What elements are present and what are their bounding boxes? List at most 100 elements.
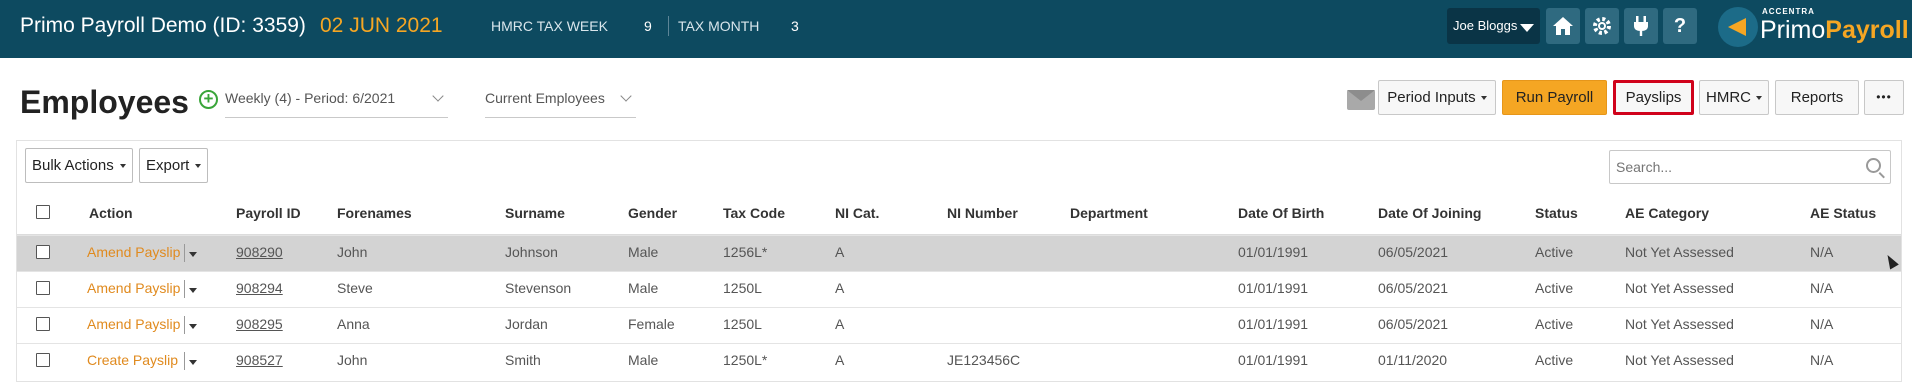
run-payroll-button[interactable]: Run Payroll (1502, 80, 1607, 115)
cell-ni-cat: A (835, 316, 845, 332)
chevron-down-icon (432, 90, 444, 102)
tax-week-label: HMRC TAX WEEK (491, 18, 608, 34)
cell-forenames: John (337, 244, 368, 260)
add-employee-icon[interactable]: + (199, 90, 218, 109)
column-header-status[interactable]: Status (1535, 205, 1578, 221)
row-action-link[interactable]: Create Payslip (87, 352, 178, 368)
cell-surname: Smith (505, 352, 541, 368)
row-action-dropdown[interactable] (184, 280, 200, 298)
help-icon[interactable]: ? (1663, 8, 1697, 44)
period-inputs-button[interactable]: Period Inputs (1378, 80, 1496, 115)
row-checkbox[interactable] (36, 317, 50, 331)
gear-icon[interactable] (1585, 8, 1619, 44)
column-header-gender[interactable]: Gender (628, 205, 677, 221)
run-payroll-label: Run Payroll (1515, 89, 1594, 106)
reports-label: Reports (1790, 89, 1844, 106)
reports-button[interactable]: Reports (1775, 80, 1859, 115)
chevron-down-icon (620, 90, 632, 102)
export-button[interactable]: Export (139, 148, 209, 183)
cell-ni-cat: A (835, 244, 845, 260)
period-inputs-label: Period Inputs (1387, 89, 1476, 106)
bulk-actions-label: Bulk Actions (32, 157, 114, 174)
row-checkbox[interactable] (36, 353, 50, 367)
tax-month-label: TAX MONTH (678, 18, 760, 34)
help-glyph: ? (1673, 14, 1687, 37)
more-options-glyph: ••• (1876, 90, 1892, 104)
export-label: Export (146, 157, 190, 174)
cell-date-of-birth: 01/01/1991 (1238, 280, 1309, 296)
row-action-link[interactable]: Amend Payslip (87, 280, 180, 296)
employee-filter-value: Current Employees (485, 90, 605, 106)
employee-filter-select[interactable]: Current Employees (485, 86, 636, 118)
column-header-tax-code[interactable]: Tax Code (723, 205, 785, 221)
row-action-dropdown[interactable] (184, 316, 200, 334)
row-checkbox[interactable] (36, 245, 50, 259)
cell-status: Active (1535, 316, 1574, 332)
payroll-id-link[interactable]: 908527 (236, 352, 283, 368)
row-action-link[interactable]: Amend Payslip (87, 316, 180, 332)
cell-ae-status: N/A (1810, 316, 1834, 332)
user-menu-button[interactable]: Joe Bloggs (1447, 8, 1540, 44)
caret-down-icon (195, 164, 202, 169)
cell-date-of-birth: 01/01/1991 (1238, 316, 1309, 332)
column-header-action[interactable]: Action (89, 205, 133, 221)
home-icon[interactable] (1546, 8, 1580, 44)
payroll-id-link[interactable]: 908290 (236, 244, 283, 260)
plug-icon[interactable] (1624, 8, 1658, 44)
cell-surname: Johnson (505, 244, 558, 260)
search-input[interactable] (1609, 150, 1891, 184)
tax-week-value: 9 (644, 18, 652, 34)
tax-month-value: 3 (791, 18, 799, 34)
envelope-icon[interactable] (1347, 90, 1375, 110)
table-row[interactable] (17, 235, 1901, 271)
table-row[interactable] (17, 271, 1901, 307)
column-header-ni-number[interactable]: NI Number (947, 205, 1018, 221)
payslips-label: Payslips (1625, 89, 1682, 106)
brand-name-primo: Primo (1760, 16, 1826, 44)
row-action-dropdown[interactable] (184, 244, 200, 262)
cell-ae-status: N/A (1810, 280, 1834, 296)
cell-ni-cat: A (835, 280, 845, 296)
column-header-ae-status[interactable]: AE Status (1810, 205, 1876, 221)
column-header-surname[interactable]: Surname (505, 205, 565, 221)
table-row[interactable] (17, 307, 1901, 343)
top-bar: Primo Payroll Demo (ID: 3359) 02 JUN 202… (0, 0, 1912, 58)
payroll-id-link[interactable]: 908295 (236, 316, 283, 332)
column-header-date-of-joining[interactable]: Date Of Joining (1378, 205, 1481, 221)
payslips-button[interactable]: Payslips (1613, 80, 1694, 115)
column-header-date-of-birth[interactable]: Date Of Birth (1238, 205, 1324, 221)
bulk-actions-button[interactable]: Bulk Actions (25, 148, 133, 183)
cell-date-of-birth: 01/01/1991 (1238, 352, 1309, 368)
cell-ae-category: Not Yet Assessed (1625, 352, 1734, 368)
cell-surname: Stevenson (505, 280, 572, 296)
row-action-dropdown[interactable] (184, 352, 200, 370)
column-header-ae-category[interactable]: AE Category (1625, 205, 1709, 221)
row-checkbox[interactable] (36, 281, 50, 295)
cell-ni-number: JE123456C (947, 352, 1021, 368)
column-header-forenames[interactable]: Forenames (337, 205, 412, 221)
column-header-ni-cat[interactable]: NI Cat. (835, 205, 879, 221)
caret-down-icon (1520, 24, 1534, 32)
payroll-id-link[interactable]: 908294 (236, 280, 283, 296)
cell-gender: Male (628, 352, 659, 368)
search-icon[interactable] (1866, 158, 1881, 173)
hmrc-button[interactable]: HMRC (1699, 80, 1769, 115)
column-header-department[interactable]: Department (1070, 205, 1148, 221)
cell-date-of-joining: 06/05/2021 (1378, 280, 1449, 296)
cell-gender: Male (628, 280, 659, 296)
cell-date-of-joining: 06/05/2021 (1378, 316, 1449, 332)
period-select[interactable]: Weekly (4) - Period: 6/2021 (225, 86, 448, 118)
row-action-link[interactable]: Amend Payslip (87, 244, 180, 260)
cell-status: Active (1535, 280, 1574, 296)
cell-date-of-joining: 01/11/2020 (1378, 352, 1448, 368)
page-title: Employees (20, 84, 189, 120)
cell-ae-category: Not Yet Assessed (1625, 316, 1734, 332)
cell-gender: Female (628, 316, 675, 332)
app-title: Primo Payroll Demo (ID: 3359) (20, 14, 306, 37)
cell-ni-cat: A (835, 352, 845, 368)
select-all-checkbox[interactable] (36, 205, 50, 219)
cell-tax-code: 1250L* (723, 352, 768, 368)
caret-down-icon (1480, 96, 1487, 101)
more-options-button[interactable]: ••• (1864, 80, 1904, 115)
column-header-payroll-id[interactable]: Payroll ID (236, 205, 301, 221)
